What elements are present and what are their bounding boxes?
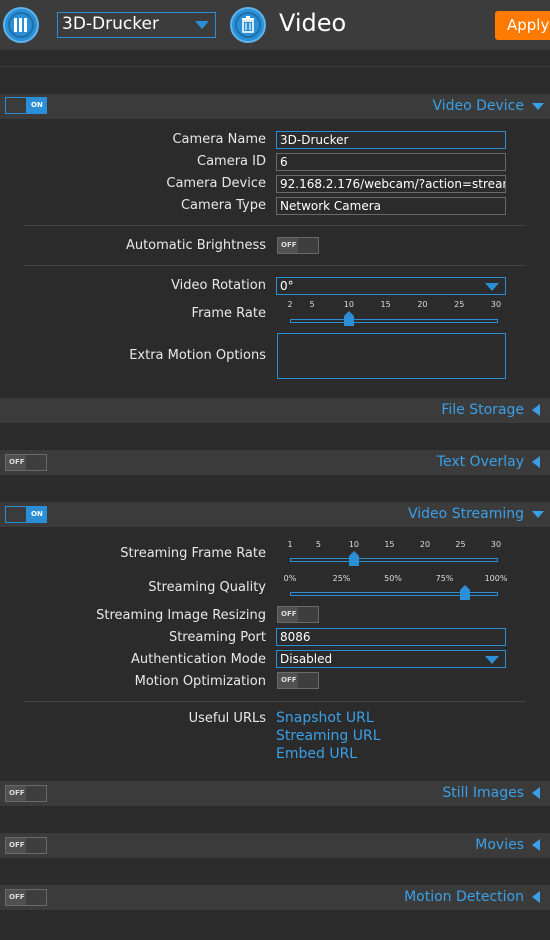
motion-optimization-label: Motion Optimization xyxy=(134,674,266,689)
slider-tick-label: 1 xyxy=(287,540,293,549)
streaming-resizing-label: Streaming Image Resizing xyxy=(96,608,266,623)
slider-tick-label: 10 xyxy=(348,540,360,549)
frame-rate-label: Frame Rate xyxy=(191,306,266,321)
slider-tick-label: 15 xyxy=(384,540,395,549)
divider xyxy=(24,265,526,266)
extra-motion-label: Extra Motion Options xyxy=(129,348,266,363)
section-video-device[interactable]: ON Video Device xyxy=(0,94,550,119)
section-movies[interactable]: OFF Movies xyxy=(0,833,550,858)
camera-type-field: Network Camera xyxy=(276,197,506,215)
video-streaming-toggle[interactable]: ON xyxy=(5,506,47,523)
chevron-down-icon xyxy=(485,656,499,664)
slider-tick-label: 5 xyxy=(315,540,321,549)
divider xyxy=(0,66,550,67)
section-title: Motion Detection xyxy=(404,889,524,905)
frame-rate-slider-handle[interactable] xyxy=(343,311,354,326)
slider-tick-label: 25 xyxy=(454,300,465,309)
slider-tick-label: 25 xyxy=(455,540,466,549)
slider-tick-label: 0% xyxy=(283,574,297,583)
auth-mode-select[interactable]: Disabled xyxy=(276,650,506,668)
camera-name-label: Camera Name xyxy=(172,132,266,147)
video-device-toggle[interactable]: ON xyxy=(5,97,47,114)
collapse-arrow-icon xyxy=(532,103,544,110)
frame-rate-slider-track[interactable] xyxy=(290,319,498,323)
auto-brightness-label: Automatic Brightness xyxy=(125,238,266,253)
camera-type-label: Camera Type xyxy=(180,198,266,213)
slider-tick-label: 5 xyxy=(309,300,315,309)
embed-url-link[interactable]: Embed URL xyxy=(276,746,357,762)
streaming-frame-rate-ticks: 1 5 10 15 20 25 30 xyxy=(287,540,501,550)
section-video-streaming[interactable]: ON Video Streaming xyxy=(0,502,550,527)
video-rotation-select[interactable]: 0° xyxy=(276,277,506,295)
slider-tick-label: 30 xyxy=(490,540,502,549)
section-file-storage[interactable]: File Storage xyxy=(0,398,550,423)
expand-arrow-icon xyxy=(532,787,540,799)
section-title: Movies xyxy=(475,837,524,853)
trash-icon xyxy=(235,12,261,38)
slider-tick-label: 75% xyxy=(435,574,454,583)
text-overlay-toggle[interactable]: OFF xyxy=(5,454,47,471)
streaming-quality-label: Streaming Quality xyxy=(148,580,266,595)
slider-tick-label: 20 xyxy=(417,300,428,309)
motion-optimization-toggle[interactable]: OFF xyxy=(277,672,319,689)
chevron-down-icon xyxy=(195,21,209,29)
slider-tick-label: 100% xyxy=(484,574,508,583)
divider xyxy=(24,225,526,226)
streaming-port-label: Streaming Port xyxy=(168,630,266,645)
streaming-resizing-toggle[interactable]: OFF xyxy=(277,606,319,623)
camera-device-field: 92.168.2.176/webcam/?action=stream xyxy=(276,175,506,193)
delete-camera-button[interactable] xyxy=(230,7,266,43)
movies-toggle[interactable]: OFF xyxy=(5,837,47,854)
extra-motion-textarea[interactable] xyxy=(277,333,506,379)
camera-list-button[interactable] xyxy=(3,7,39,43)
streaming-frame-rate-slider-track[interactable] xyxy=(290,558,498,562)
collapse-arrow-icon xyxy=(532,511,544,518)
frame-rate-ticks: 2 5 10 15 20 25 30 xyxy=(287,300,501,310)
slider-tick-label: 2 xyxy=(287,300,293,309)
chevron-down-icon xyxy=(485,283,499,291)
slider-tick-label: 10 xyxy=(343,300,354,309)
section-title: File Storage xyxy=(441,402,524,418)
section-title: Video Device xyxy=(432,98,524,114)
streaming-quality-ticks: 0% 25% 50% 75% 100% xyxy=(284,574,508,584)
slider-tick-label: 30 xyxy=(490,300,502,309)
expand-arrow-icon xyxy=(532,404,540,416)
still-images-toggle[interactable]: OFF xyxy=(5,785,47,802)
slider-tick-label: 15 xyxy=(380,300,391,309)
auth-mode-label: Authentication Mode xyxy=(131,652,266,667)
section-still-images[interactable]: OFF Still Images xyxy=(0,781,550,806)
auto-brightness-toggle[interactable]: OFF xyxy=(277,237,319,254)
expand-arrow-icon xyxy=(532,891,540,903)
useful-urls-label: Useful URLs xyxy=(188,711,266,726)
snapshot-url-link[interactable]: Snapshot URL xyxy=(276,710,374,726)
slider-tick-label: 25% xyxy=(332,574,351,583)
camera-name-input[interactable]: 3D-Drucker xyxy=(276,131,506,149)
section-text-overlay[interactable]: OFF Text Overlay xyxy=(0,450,550,475)
streaming-frame-rate-label: Streaming Frame Rate xyxy=(120,546,266,561)
camera-id-label: Camera ID xyxy=(197,154,266,169)
expand-arrow-icon xyxy=(532,456,540,468)
section-title: Video Streaming xyxy=(408,506,524,522)
streaming-quality-slider-handle[interactable] xyxy=(460,585,471,600)
camera-list-icon xyxy=(8,12,34,38)
section-motion-detection[interactable]: OFF Motion Detection xyxy=(0,885,550,910)
streaming-url-link[interactable]: Streaming URL xyxy=(276,728,381,744)
camera-device-label: Camera Device xyxy=(166,176,266,191)
divider xyxy=(24,701,526,702)
motion-detection-toggle[interactable]: OFF xyxy=(5,889,47,906)
expand-arrow-icon xyxy=(532,839,540,851)
camera-select[interactable]: 3D-Drucker xyxy=(57,12,216,38)
streaming-port-input[interactable]: 8086 xyxy=(276,628,506,646)
page-title: Video xyxy=(279,9,347,37)
video-rotation-label: Video Rotation xyxy=(171,278,266,293)
slider-tick-label: 50% xyxy=(384,574,402,583)
camera-id-field: 6 xyxy=(276,153,506,171)
section-title: Text Overlay xyxy=(436,454,524,470)
streaming-frame-rate-slider-handle[interactable] xyxy=(348,551,359,566)
apply-button[interactable]: Apply xyxy=(495,11,550,40)
section-title: Still Images xyxy=(442,785,524,801)
camera-select-value: 3D-Drucker xyxy=(62,14,159,34)
slider-tick-label: 20 xyxy=(419,540,431,549)
